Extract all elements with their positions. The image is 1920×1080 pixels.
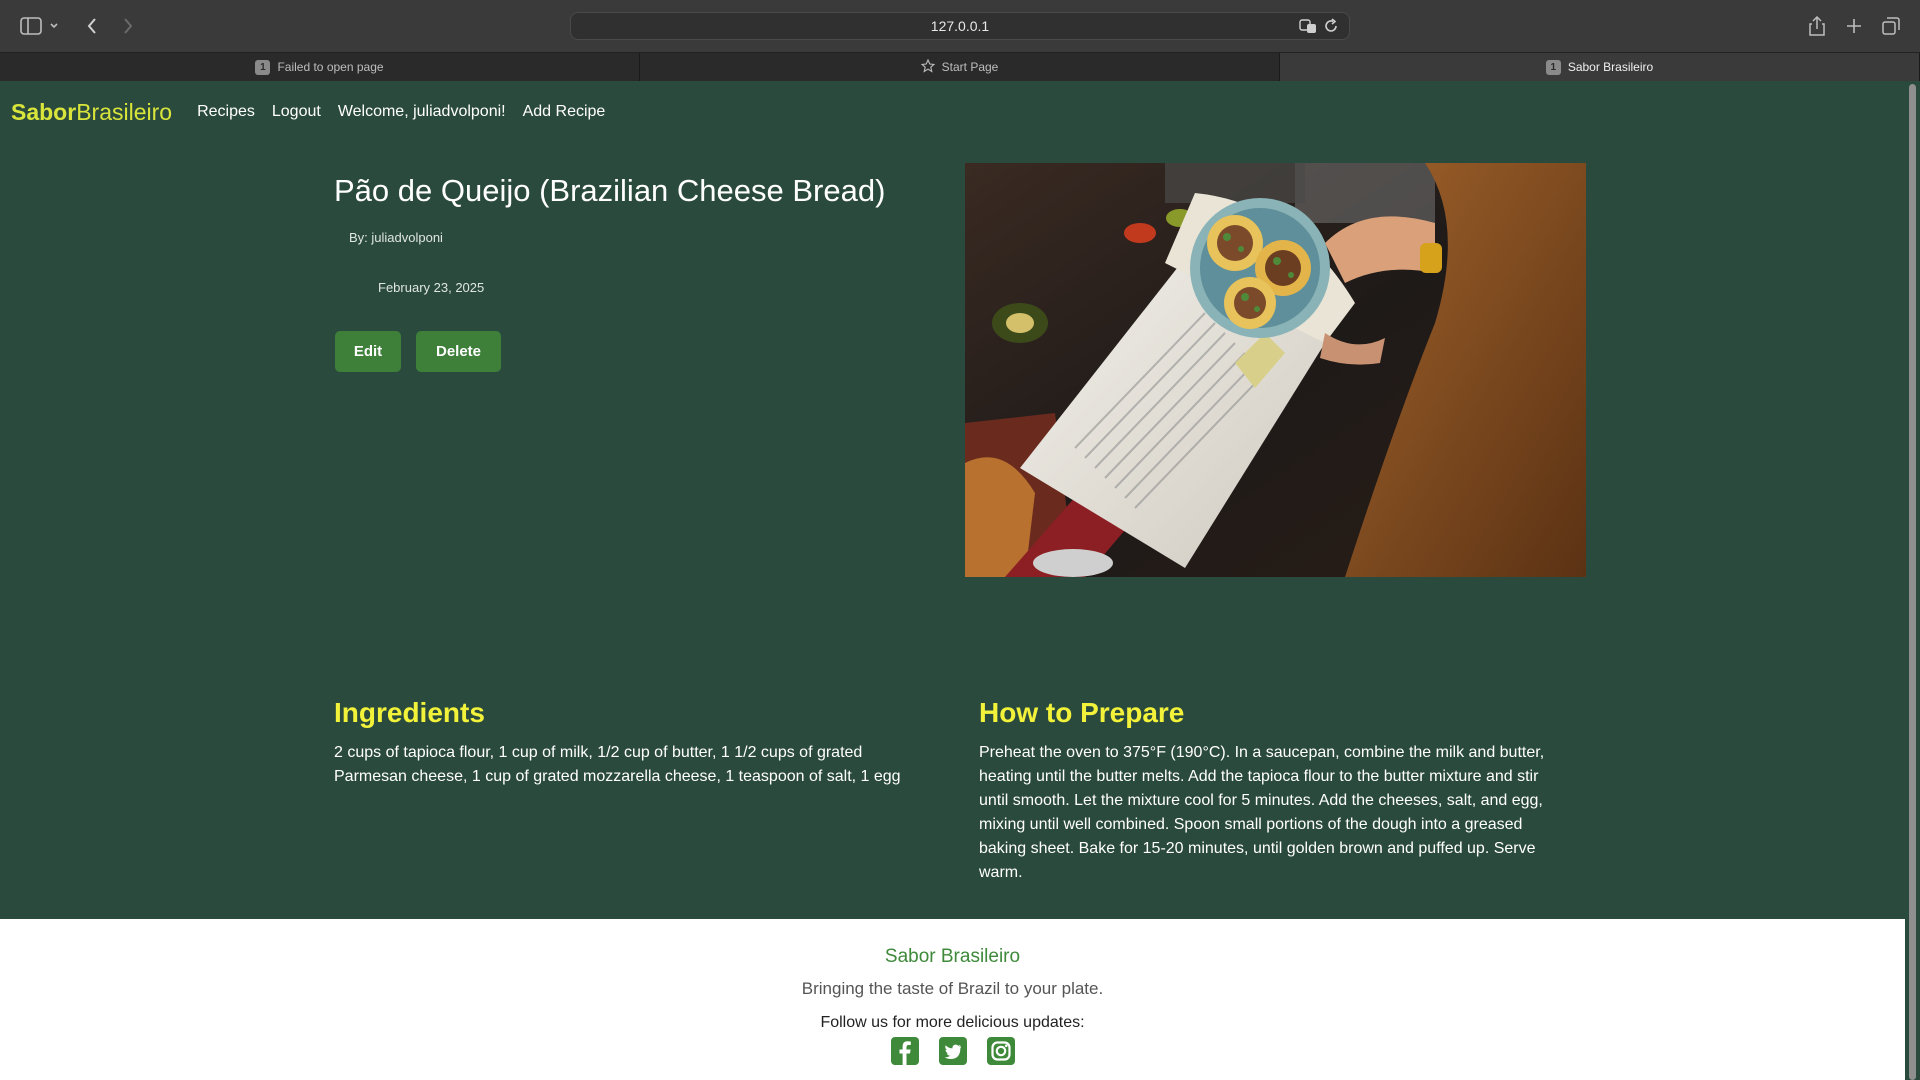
footer-tagline: Bringing the taste of Brazil to your pla… bbox=[801, 979, 1104, 998]
recipe-date: February 23, 2025 bbox=[378, 280, 485, 295]
ingredients-text: 2 cups of tapioca flour, 1 cup of milk, … bbox=[334, 744, 901, 785]
facebook-icon[interactable] bbox=[890, 1036, 920, 1066]
delete-button[interactable]: Delete bbox=[416, 331, 501, 372]
forward-icon[interactable] bbox=[116, 14, 140, 38]
ingredients-heading: Ingredients bbox=[334, 697, 485, 728]
tab-label: Sabor Brasileiro bbox=[1567, 60, 1654, 74]
recipe-author: By: juliadvolponi bbox=[349, 230, 443, 245]
translate-icon[interactable] bbox=[1299, 18, 1317, 37]
tab-badge: 1 bbox=[255, 59, 271, 75]
tab-badge: 1 bbox=[1545, 59, 1561, 75]
tab-start-page[interactable]: Start Page bbox=[640, 53, 1280, 81]
new-tab-icon[interactable] bbox=[1842, 14, 1866, 38]
tab-sabor-brasileiro[interactable]: 1 Sabor Brasileiro bbox=[1280, 53, 1920, 81]
twitter-icon[interactable] bbox=[938, 1036, 968, 1066]
site-logo[interactable]: SaborBrasileiro bbox=[11, 99, 172, 126]
tab-failed[interactable]: 1 Failed to open page bbox=[0, 53, 640, 81]
nav-recipes[interactable]: Recipes bbox=[197, 103, 255, 121]
logo-bold: Sabor bbox=[11, 98, 77, 125]
url-text: 127.0.0.1 bbox=[930, 18, 990, 34]
site-navbar: SaborBrasileiro Recipes Logout Welcome, … bbox=[11, 97, 605, 127]
recipe-photo bbox=[965, 163, 1586, 577]
recipe-title: Pão de Queijo (Brazilian Cheese Bread) bbox=[334, 173, 886, 208]
tab-bar: 1 Failed to open page Start Page 1 Sabor… bbox=[0, 52, 1920, 81]
instagram-icon[interactable] bbox=[986, 1036, 1016, 1066]
footer-title: Sabor Brasileiro bbox=[884, 946, 1021, 967]
scrollbar-thumb[interactable] bbox=[1909, 84, 1916, 1080]
footer-follow-text: Follow us for more delicious updates: bbox=[820, 1014, 1085, 1031]
page-content: SaborBrasileiro Recipes Logout Welcome, … bbox=[0, 81, 1905, 1080]
chevron-down-icon[interactable] bbox=[47, 14, 61, 38]
edit-button[interactable]: Edit bbox=[335, 331, 401, 372]
tab-label: Failed to open page bbox=[277, 60, 384, 74]
sidebar-toggle-icon[interactable] bbox=[19, 14, 43, 38]
star-icon bbox=[920, 58, 935, 76]
tab-overview-icon[interactable] bbox=[1879, 14, 1903, 38]
social-icons bbox=[0, 1036, 1905, 1066]
reload-icon[interactable] bbox=[1323, 18, 1339, 37]
nav-logout[interactable]: Logout bbox=[272, 103, 321, 121]
prepare-heading: How to Prepare bbox=[979, 697, 1185, 728]
address-bar[interactable]: 127.0.0.1 bbox=[570, 12, 1350, 40]
nav-welcome: Welcome, juliadvolponi! bbox=[337, 103, 506, 120]
browser-toolbar: 127.0.0.1 bbox=[0, 0, 1920, 52]
logo-rest: Brasileiro bbox=[76, 98, 173, 125]
back-icon[interactable] bbox=[80, 14, 104, 38]
page-scrollbar[interactable] bbox=[1905, 81, 1920, 1080]
tab-label: Start Page bbox=[941, 60, 999, 74]
nav-add-recipe[interactable]: Add Recipe bbox=[523, 103, 606, 121]
site-footer: Sabor Brasileiro Bringing the taste of B… bbox=[0, 919, 1905, 1080]
prepare-text: Preheat the oven to 375°F (190°C). In a … bbox=[979, 744, 1545, 881]
share-icon[interactable] bbox=[1805, 14, 1829, 38]
